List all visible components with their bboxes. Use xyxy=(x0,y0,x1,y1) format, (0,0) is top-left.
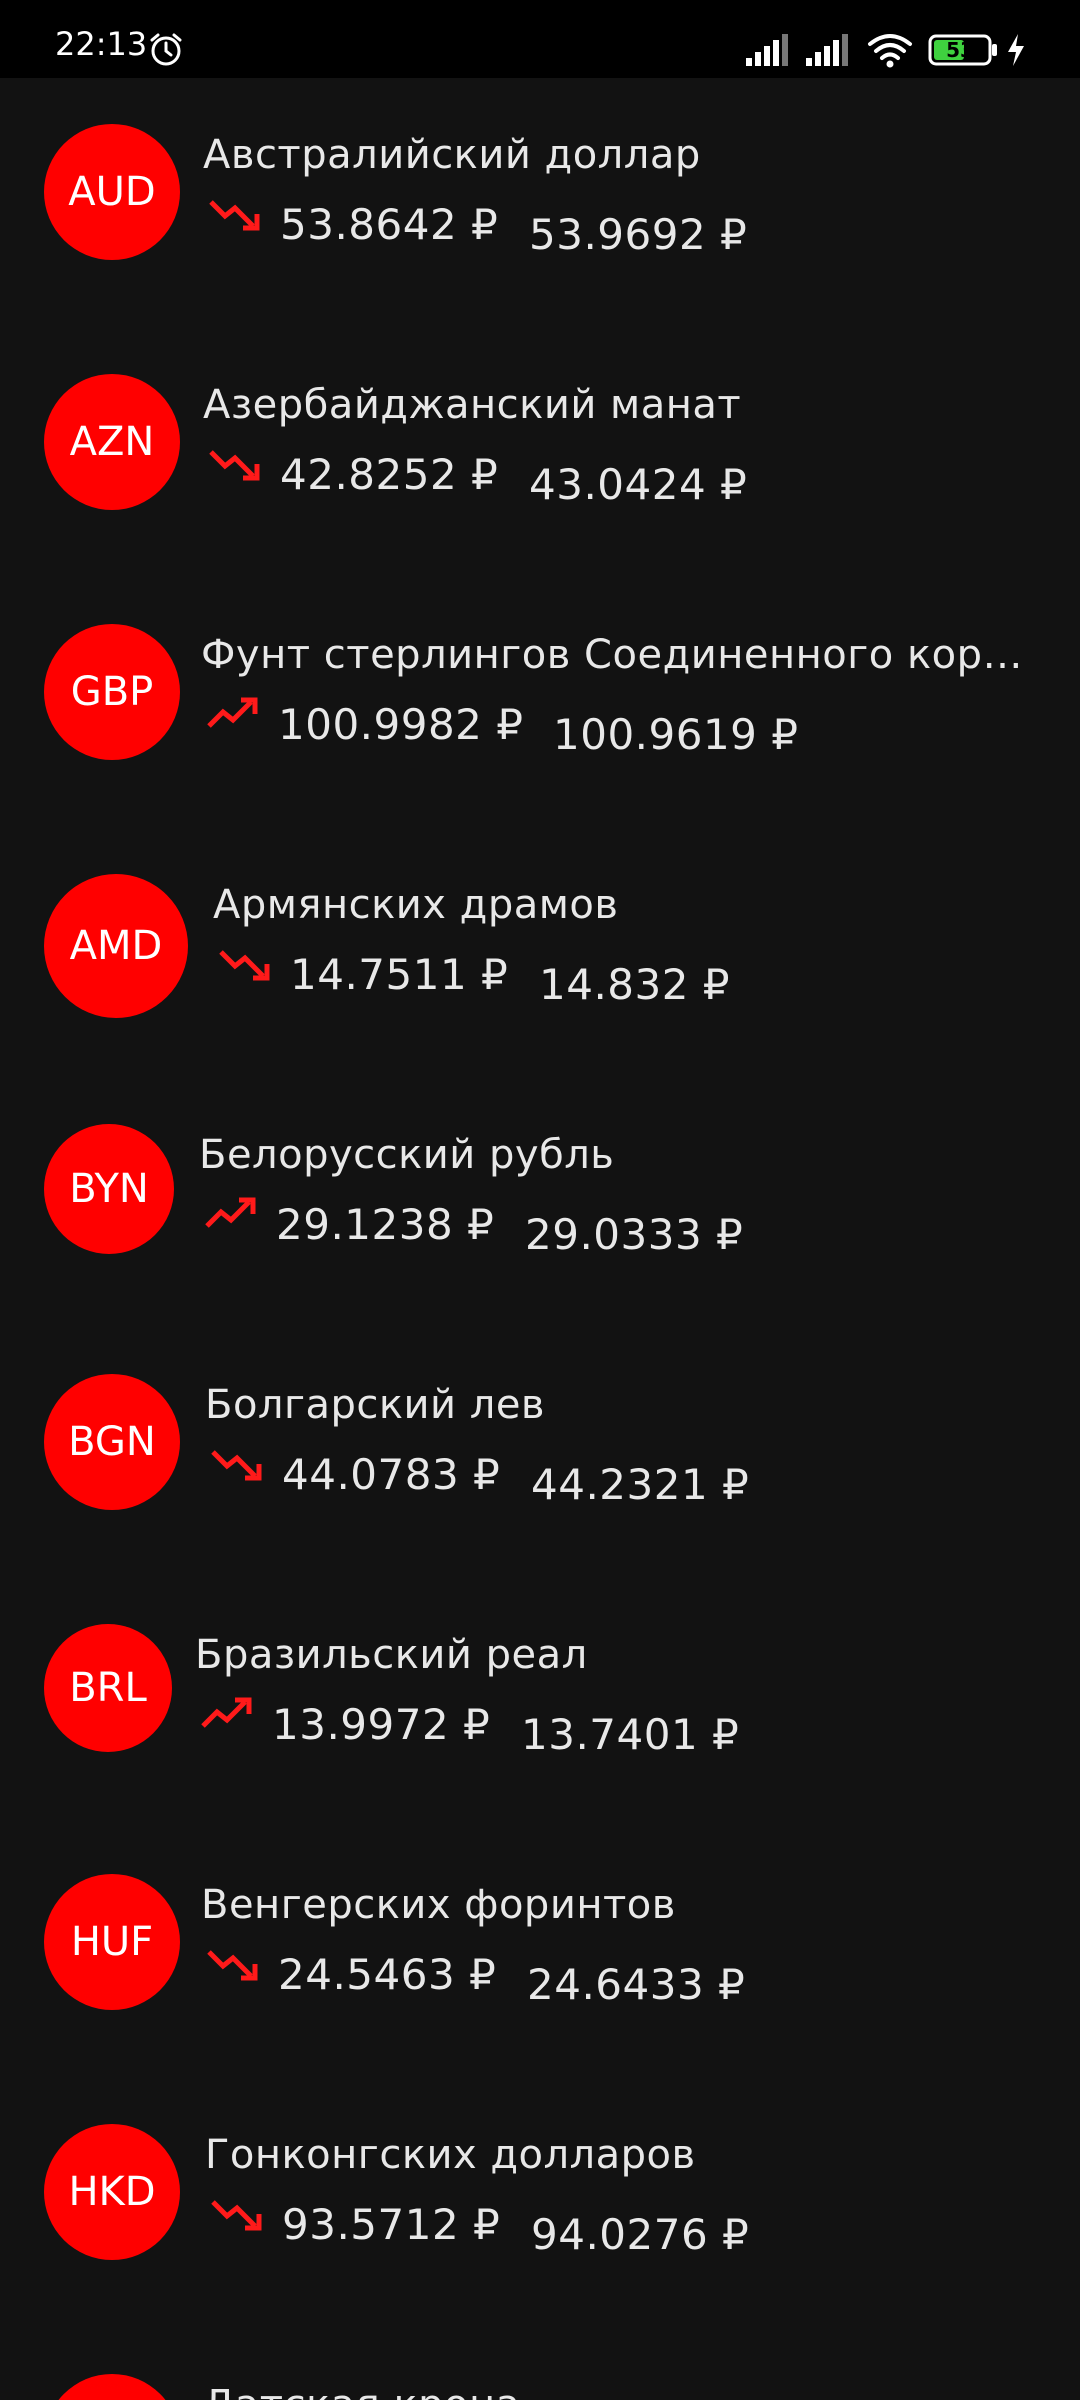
currency-row[interactable]: GBP Фунт стерлингов Соединенного кор… 10… xyxy=(0,578,1080,828)
trend-down-icon xyxy=(211,2200,262,2231)
rate-value-2: 13.7401 ₽ xyxy=(521,1710,740,1759)
trend-up-icon xyxy=(201,1697,252,1728)
currency-name: Фунт стерлингов Соединенного кор… xyxy=(201,632,1023,678)
rate-value-1: 53.8642 ₽ xyxy=(280,200,499,249)
rate-value-1: 93.5712 ₽ xyxy=(282,2200,501,2249)
currency-code-badge: AMD xyxy=(44,874,188,1018)
currency-row[interactable]: AUD Австралийский доллар 53.8642 ₽ 53.96… xyxy=(0,78,1080,328)
cellular-signal-icon xyxy=(746,34,788,66)
rate-value-1: 42.8252 ₽ xyxy=(280,450,499,499)
trend-down-icon xyxy=(207,1950,258,1981)
currency-name: Белорусский рубль xyxy=(199,1132,615,1178)
rate-value-1: 24.5463 ₽ xyxy=(278,1950,497,1999)
currency-code-badge: AUD xyxy=(44,124,180,260)
currency-name: Армянских драмов xyxy=(213,882,619,928)
trend-down-icon xyxy=(211,1450,262,1481)
rate-value-2: 14.832 ₽ xyxy=(539,960,731,1009)
currency-name: Австралийский доллар xyxy=(203,132,701,178)
rate-value-2: 53.9692 ₽ xyxy=(529,210,748,259)
wifi-icon xyxy=(868,34,912,68)
currency-code-badge: HKD xyxy=(44,2124,180,2260)
alarm-icon xyxy=(150,33,182,66)
rate-value-2: 44.2321 ₽ xyxy=(531,1460,750,1509)
currency-name: Венгерских форинтов xyxy=(201,1882,676,1928)
status-bar: 22:13 53 xyxy=(0,0,1080,78)
trend-up-icon xyxy=(205,1197,256,1228)
currency-code-badge: AZN xyxy=(44,374,180,510)
currency-name: Болгарский лев xyxy=(205,1382,546,1428)
cellular-signal-icon-2 xyxy=(806,34,848,66)
currency-row[interactable]: AZN Азербайджанский манат 42.8252 ₽ 43.0… xyxy=(0,328,1080,578)
currency-name: Азербайджанский манат xyxy=(203,382,742,428)
currency-row[interactable]: Датская крона xyxy=(0,2328,1080,2400)
currency-code-badge xyxy=(44,2374,180,2400)
currency-name: Датская крона xyxy=(203,2382,521,2400)
currency-code-badge: BRL xyxy=(44,1624,172,1752)
rate-value-1: 44.0783 ₽ xyxy=(282,1450,501,1499)
currency-row[interactable]: BGN Болгарский лев 44.0783 ₽ 44.2321 ₽ xyxy=(0,1328,1080,1578)
battery-level: 53 xyxy=(946,38,974,62)
rate-value-1: 13.9972 ₽ xyxy=(272,1700,491,1749)
currency-row[interactable]: AMD Армянских драмов 14.7511 ₽ 14.832 ₽ xyxy=(0,828,1080,1078)
trend-down-icon xyxy=(219,950,270,981)
rate-value-1: 29.1238 ₽ xyxy=(276,1200,495,1249)
currency-row[interactable]: BRL Бразильский реал 13.9972 ₽ 13.7401 ₽ xyxy=(0,1578,1080,1828)
rate-value-1: 14.7511 ₽ xyxy=(290,950,509,999)
rate-value-2: 24.6433 ₽ xyxy=(527,1960,746,2009)
currency-row[interactable]: HUF Венгерских форинтов 24.5463 ₽ 24.643… xyxy=(0,1828,1080,2078)
rate-value-2: 29.0333 ₽ xyxy=(525,1210,744,1259)
rate-value-2: 43.0424 ₽ xyxy=(529,460,748,509)
currency-name: Бразильский реал xyxy=(195,1632,588,1678)
rate-value-2: 100.9619 ₽ xyxy=(553,710,799,759)
battery-icon: 53 xyxy=(928,34,1000,66)
trend-down-icon xyxy=(209,450,260,481)
currency-code-badge: HUF xyxy=(44,1874,180,2010)
currency-name: Гонконгских долларов xyxy=(205,2132,696,2178)
trend-up-icon xyxy=(207,697,258,728)
currency-row[interactable]: HKD Гонконгских долларов 93.5712 ₽ 94.02… xyxy=(0,2078,1080,2328)
trend-down-icon xyxy=(209,200,260,231)
rate-value-2: 94.0276 ₽ xyxy=(531,2210,750,2259)
currency-code-badge: GBP xyxy=(44,624,180,760)
currency-row[interactable]: BYN Белорусский рубль 29.1238 ₽ 29.0333 … xyxy=(0,1078,1080,1328)
status-time: 22:13 xyxy=(55,25,148,63)
rate-value-1: 100.9982 ₽ xyxy=(278,700,524,749)
currency-code-badge: BGN xyxy=(44,1374,180,1510)
charging-icon xyxy=(1008,34,1024,66)
currency-code-badge: BYN xyxy=(44,1124,174,1254)
